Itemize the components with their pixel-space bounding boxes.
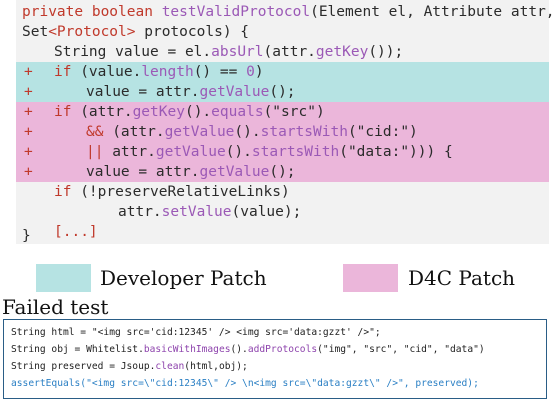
code-text: () == bbox=[193, 64, 247, 80]
code-method: startsWith bbox=[251, 144, 340, 160]
test-method: addProtocols bbox=[247, 344, 318, 355]
code-keyword: private boolean bbox=[22, 4, 162, 20]
code-text: String value = el. bbox=[54, 44, 212, 60]
code-text: (attr. bbox=[71, 104, 133, 120]
code-method: getValue bbox=[199, 164, 270, 180]
code-number: 0 bbox=[246, 64, 255, 80]
code-text: ("data:"))) { bbox=[339, 144, 453, 160]
code-generic: <Protocol> bbox=[48, 24, 136, 40]
code-method: absUrl bbox=[211, 44, 264, 60]
test-method: basicWithImages bbox=[143, 344, 231, 355]
code-text: (attr. bbox=[103, 124, 165, 140]
code-text: attr. bbox=[118, 204, 162, 220]
code-method: length bbox=[141, 64, 194, 80]
test-text: String preserved = Jsoup. bbox=[11, 361, 156, 372]
code-text: ()); bbox=[368, 44, 404, 60]
code-line-13: } bbox=[16, 226, 56, 246]
code-text: (value); bbox=[231, 204, 302, 220]
code-text: (). bbox=[225, 144, 252, 160]
code-method: getKey bbox=[132, 104, 185, 120]
code-line-11: attr.setValue(value); bbox=[16, 202, 549, 222]
code-ellipsis: [...] bbox=[54, 224, 98, 240]
code-keyword: if bbox=[54, 64, 72, 80]
code-text: (); bbox=[269, 84, 296, 100]
code-operator: || bbox=[86, 144, 104, 160]
code-text: protocols) { bbox=[135, 24, 250, 40]
code-line-7: + && (attr.getValue().startsWith("cid:") bbox=[16, 122, 549, 142]
code-method: getKey bbox=[315, 44, 369, 60]
code-text: ("cid:") bbox=[347, 124, 418, 140]
code-line-3: String value = el.absUrl(attr.getKey()); bbox=[16, 42, 549, 62]
code-line-5: + value = attr.getValue(); bbox=[16, 82, 549, 102]
added-line-marker: + bbox=[24, 144, 33, 160]
code-closing-brace: } bbox=[22, 228, 31, 244]
code-method: testValidProtocol bbox=[161, 4, 311, 20]
test-text: String obj = Whitelist. bbox=[11, 344, 144, 355]
code-text: attr. bbox=[103, 144, 156, 160]
code-text: (attr. bbox=[263, 44, 316, 60]
failed-test-box: String html = "<img src='cid:12345' /> <… bbox=[3, 319, 547, 399]
failed-test-title: Failed test bbox=[2, 295, 109, 319]
test-line-4: assertEquals("<img src=\"cid:12345\" /> … bbox=[11, 378, 479, 389]
code-method: getValue bbox=[155, 144, 226, 160]
code-line-1: private boolean testValidProtocol(Elemen… bbox=[16, 2, 553, 22]
code-method: setValue bbox=[161, 204, 232, 220]
d4c-patch-swatch bbox=[343, 264, 398, 292]
code-text: (); bbox=[269, 164, 296, 180]
code-line-8: + || attr.getValue().startsWith("data:")… bbox=[16, 142, 549, 162]
code-line-12: [...] bbox=[16, 222, 549, 242]
test-line-2: String obj = Whitelist.basicWithImages()… bbox=[11, 341, 485, 359]
code-text: ("src") bbox=[263, 104, 325, 120]
code-text: (). bbox=[234, 124, 261, 140]
added-line-marker: + bbox=[24, 104, 33, 120]
test-text: (). bbox=[230, 344, 248, 355]
code-method: equals bbox=[211, 104, 264, 120]
code-line-4: + if (value.length() == 0) bbox=[16, 62, 549, 82]
d4c-patch-label: D4C Patch bbox=[408, 266, 516, 290]
code-line-2: Set<Protocol> protocols) { bbox=[16, 22, 549, 42]
code-text: (value. bbox=[71, 64, 142, 80]
code-line-10: if (!preserveRelativeLinks) bbox=[16, 182, 549, 202]
developer-patch-label: Developer Patch bbox=[100, 266, 267, 290]
added-line-marker: + bbox=[24, 64, 33, 80]
code-text: (!preserveRelativeLinks) bbox=[71, 184, 290, 200]
added-line-marker: + bbox=[24, 84, 33, 100]
test-text: ("img", "src", "cid", "data") bbox=[317, 344, 485, 355]
added-line-marker: + bbox=[24, 124, 33, 140]
code-line-6: + if (attr.getKey().equals("src") bbox=[16, 102, 549, 122]
code-keyword: if bbox=[54, 104, 72, 120]
code-operator: && bbox=[86, 124, 104, 140]
test-text: (html,obj); bbox=[184, 361, 248, 372]
code-text: value = attr. bbox=[86, 84, 200, 100]
test-method: clean bbox=[155, 361, 185, 372]
code-snippet: private boolean testValidProtocol(Elemen… bbox=[16, 0, 553, 244]
code-text: value = attr. bbox=[86, 164, 200, 180]
test-line-1: String html = "<img src='cid:12345' /> <… bbox=[11, 327, 381, 338]
code-text: Set bbox=[22, 24, 49, 40]
test-line-3: String preserved = Jsoup.clean(html,obj)… bbox=[11, 358, 248, 376]
code-method: startsWith bbox=[260, 124, 348, 140]
code-text: (Element el, Attribute attr, bbox=[310, 4, 553, 20]
code-keyword: if bbox=[54, 184, 72, 200]
code-method: getValue bbox=[199, 84, 270, 100]
code-method: getValue bbox=[164, 124, 235, 140]
developer-patch-swatch bbox=[36, 264, 91, 292]
code-line-9: + value = attr.getValue(); bbox=[16, 162, 549, 182]
code-text: (). bbox=[184, 104, 212, 120]
added-line-marker: + bbox=[24, 164, 33, 180]
code-text: ) bbox=[254, 64, 264, 80]
